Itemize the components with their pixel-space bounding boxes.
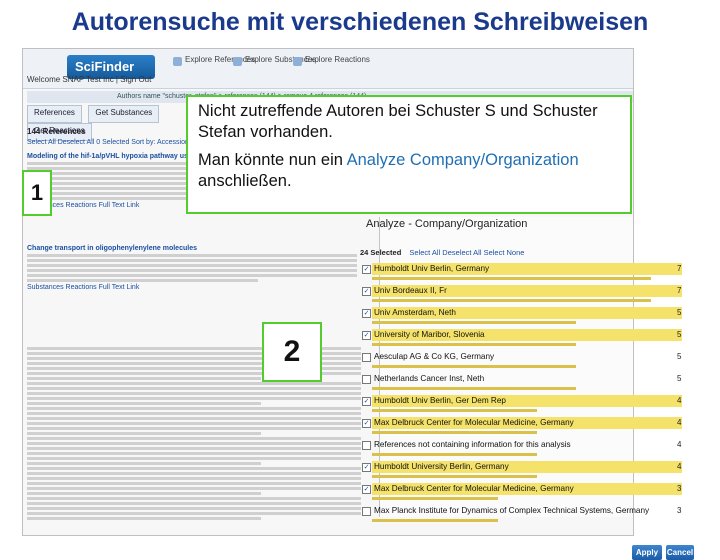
row-checkbox[interactable]: ✓ xyxy=(362,485,371,494)
row-label: Humboldt Univ Berlin, Germany xyxy=(372,263,682,275)
selected-count: 24 Selected xyxy=(360,248,402,257)
step-marker-1: 1 xyxy=(22,170,52,216)
row-frequency-bar xyxy=(372,299,651,302)
cancel-button[interactable]: Cancel xyxy=(666,545,694,560)
row-count: 4 xyxy=(677,418,682,427)
row-frequency-bar xyxy=(372,277,651,280)
row-checkbox[interactable]: ✓ xyxy=(362,331,371,340)
row-checkbox[interactable]: ✓ xyxy=(362,419,371,428)
welcome-text: Welcome SNAP Test Inc | Sign Out xyxy=(27,75,152,84)
row-count: 5 xyxy=(677,308,682,317)
row-count: 7 xyxy=(677,286,682,295)
row-frequency-bar xyxy=(372,343,576,346)
step-marker-2: 2 xyxy=(262,322,322,382)
analyze-row[interactable]: ✓ Univ Bordeaux II, Fr 7 xyxy=(356,284,688,305)
row-frequency-bar xyxy=(372,431,537,434)
result-actions[interactable]: Substances Reactions Full Text Link xyxy=(27,284,357,291)
substances-icon xyxy=(233,57,242,66)
row-checkbox[interactable]: ✓ xyxy=(362,397,371,406)
nav-explore-reactions[interactable]: Explore Reactions xyxy=(293,55,370,81)
analyze-row[interactable]: Max Planck Institute for Dynamics of Com… xyxy=(356,504,688,525)
row-checkbox[interactable] xyxy=(362,375,371,384)
reactions-icon xyxy=(293,57,302,66)
row-frequency-bar xyxy=(372,497,498,500)
analyze-company-link[interactable]: Analyze Company/Organization xyxy=(347,151,579,169)
analyze-row[interactable]: ✓ Humboldt University Berlin, Germany 4 xyxy=(356,460,688,481)
row-label: Univ Amsterdam, Neth xyxy=(372,307,682,319)
row-count: 4 xyxy=(677,462,682,471)
row-label: Max Planck Institute for Dynamics of Com… xyxy=(374,506,650,515)
row-count: 5 xyxy=(677,330,682,339)
row-count: 7 xyxy=(677,264,682,273)
row-checkbox[interactable] xyxy=(362,507,371,516)
callout-prefix: Man könnte nun ein xyxy=(198,151,347,169)
row-label: Netherlands Cancer Inst, Neth xyxy=(374,374,485,383)
result-tabs: References Get Substances Get Reactions xyxy=(27,105,197,141)
row-count: 3 xyxy=(677,506,682,515)
row-label: Max Delbruck Center for Molecular Medici… xyxy=(372,417,682,429)
row-checkbox[interactable] xyxy=(362,441,371,450)
result-count: 144 References xyxy=(27,127,86,136)
analyze-row[interactable]: ✓ Humboldt Univ Berlin, Germany 7 xyxy=(356,262,688,283)
row-label: Humboldt University Berlin, Germany xyxy=(372,461,682,473)
analyze-row[interactable]: ✓ Max Delbruck Center for Molecular Medic… xyxy=(356,482,688,503)
analyze-row[interactable]: Aesculap AG & Co KG, Germany 5 xyxy=(356,350,688,371)
select-links[interactable]: Select All Deselect All Select None xyxy=(409,248,524,257)
app-header: SciFinder Explore References Explore Sub… xyxy=(23,49,633,89)
analyze-row[interactable]: Netherlands Cancer Inst, Neth 5 xyxy=(356,372,688,393)
result-title[interactable]: Change transport in oligophenylenylene m… xyxy=(27,245,357,252)
analyze-row[interactable]: ✓ University of Maribor, Slovenia 5 xyxy=(356,328,688,349)
row-count: 5 xyxy=(677,352,682,361)
apply-button[interactable]: Apply xyxy=(632,545,662,560)
analyze-row[interactable]: ✓ Humboldt Univ Berlin, Ger Dem Rep 4 xyxy=(356,394,688,415)
row-count: 4 xyxy=(677,440,682,449)
row-frequency-bar xyxy=(372,365,576,368)
row-frequency-bar xyxy=(372,453,537,456)
row-checkbox[interactable] xyxy=(362,353,371,362)
references-icon xyxy=(173,57,182,66)
row-checkbox[interactable]: ✓ xyxy=(362,265,371,274)
row-checkbox[interactable]: ✓ xyxy=(362,309,371,318)
row-label: References not containing information fo… xyxy=(374,440,571,449)
tab-get-substances[interactable]: Get Substances xyxy=(88,105,160,123)
row-count: 3 xyxy=(677,484,682,493)
callout-suffix: anschließen. xyxy=(198,172,292,190)
row-label: Univ Bordeaux II, Fr xyxy=(372,285,682,297)
row-checkbox[interactable]: ✓ xyxy=(362,287,371,296)
analyze-panel-content: Analyze - Company/Organization 24 Select… xyxy=(356,168,716,560)
row-frequency-bar xyxy=(372,409,537,412)
row-label: Max Delbruck Center for Molecular Medici… xyxy=(372,483,682,495)
row-frequency-bar xyxy=(372,387,576,390)
nav-label: Explore Reactions xyxy=(305,55,370,64)
row-count: 4 xyxy=(677,396,682,405)
analyze-select-bar: 24 Selected Select All Deselect All Sele… xyxy=(360,248,524,257)
slide-title: Autorensuche mit verschiedenen Schreibwe… xyxy=(71,8,649,36)
analyze-title: Analyze - Company/Organization xyxy=(366,218,528,230)
row-frequency-bar xyxy=(372,519,498,522)
row-checkbox[interactable]: ✓ xyxy=(362,463,371,472)
tab-references[interactable]: References xyxy=(27,105,82,123)
callout-box: Nicht zutreffende Autoren bei Schuster S… xyxy=(186,95,632,214)
row-frequency-bar xyxy=(372,321,576,324)
analyze-row[interactable]: ✓ Univ Amsterdam, Neth 5 xyxy=(356,306,688,327)
row-frequency-bar xyxy=(372,475,537,478)
row-label: University of Maribor, Slovenia xyxy=(372,329,682,341)
analyze-row[interactable]: ✓ Max Delbruck Center for Molecular Medic… xyxy=(356,416,688,437)
analyze-row[interactable]: References not containing information fo… xyxy=(356,438,688,459)
callout-line-1: Nicht zutreffende Autoren bei Schuster S… xyxy=(198,102,598,141)
row-label: Humboldt Univ Berlin, Ger Dem Rep xyxy=(372,395,682,407)
callout-line-2: Man könnte nun ein Analyze Company/Organ… xyxy=(198,150,620,192)
row-count: 5 xyxy=(677,374,682,383)
row-label: Aesculap AG & Co KG, Germany xyxy=(374,352,495,361)
list-item[interactable]: Change transport in oligophenylenylene m… xyxy=(27,245,357,291)
